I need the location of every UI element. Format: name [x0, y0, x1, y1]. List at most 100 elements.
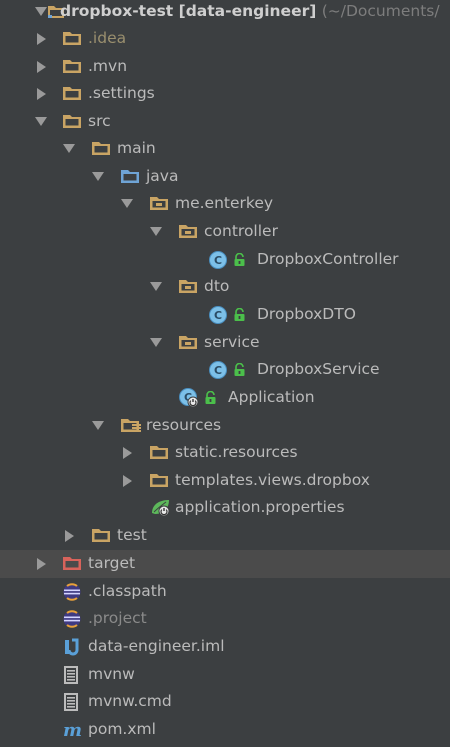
- tree-row-package-root[interactable]: me.enterkey: [0, 190, 450, 218]
- folder-label: resources: [146, 416, 222, 434]
- folder-label: src: [88, 112, 111, 130]
- expand-arrow-icon[interactable]: [91, 412, 105, 440]
- tree-row-idea[interactable]: .idea: [0, 25, 450, 53]
- tree-row-service[interactable]: service: [0, 329, 450, 357]
- file-label: application.properties: [175, 498, 345, 516]
- package-label: me.enterkey: [175, 194, 274, 212]
- expand-arrow-icon[interactable]: [120, 467, 134, 495]
- tree-row-project-root[interactable]: dropbox-test [data-engineer] (~/Document…: [0, 0, 450, 26]
- source-root-folder-icon: [120, 163, 140, 191]
- tree-row-dropbox-dto[interactable]: C DropboxDTO: [0, 301, 450, 329]
- lock-icon: [233, 246, 246, 274]
- tree-row-static-resources[interactable]: static.resources: [0, 439, 450, 467]
- package-label: dto: [204, 277, 230, 295]
- svg-text:C: C: [214, 254, 222, 267]
- tree-row-controller[interactable]: controller: [0, 218, 450, 246]
- lock-icon: [233, 301, 246, 329]
- folder-label: .idea: [88, 29, 127, 47]
- eclipse-icon: [62, 605, 82, 633]
- expand-arrow-icon[interactable]: [34, 0, 48, 26]
- folder-icon: [62, 108, 82, 136]
- file-label: .project: [88, 609, 147, 627]
- class-icon: C: [208, 246, 228, 274]
- tree-row-test[interactable]: test: [0, 522, 450, 550]
- folder-label: main: [117, 139, 156, 157]
- tree-row-resources[interactable]: resources: [0, 412, 450, 440]
- file-label: pom.xml: [88, 720, 156, 738]
- svg-text:C: C: [214, 364, 222, 377]
- class-label: DropboxDTO: [257, 305, 356, 323]
- file-label: mvnw.cmd: [88, 692, 172, 710]
- expand-arrow-icon[interactable]: [120, 439, 134, 467]
- folder-label: .mvn: [88, 57, 128, 75]
- folder-label: target: [88, 554, 136, 572]
- lock-icon: [204, 384, 217, 412]
- excluded-folder-icon: [62, 550, 82, 578]
- class-label: DropboxController: [257, 250, 399, 268]
- tree-row-pom[interactable]: m pom.xml: [0, 716, 450, 744]
- tree-row-application-properties[interactable]: application.properties: [0, 494, 450, 522]
- tree-row-templates[interactable]: templates.views.dropbox: [0, 467, 450, 495]
- text-file-icon: [62, 688, 80, 716]
- expand-arrow-icon[interactable]: [149, 273, 163, 301]
- expand-arrow-icon[interactable]: [149, 329, 163, 357]
- class-icon: C: [208, 356, 228, 384]
- class-label: DropboxService: [257, 360, 380, 378]
- project-tree: dropbox-test [data-engineer] (~/Document…: [0, 0, 450, 747]
- tree-row-project-file[interactable]: .project: [0, 605, 450, 633]
- expand-arrow-icon[interactable]: [62, 135, 76, 163]
- expand-arrow-icon[interactable]: [62, 522, 76, 550]
- tree-row-mvn[interactable]: .mvn: [0, 53, 450, 81]
- class-label: Application: [228, 388, 315, 406]
- folder-label: java: [146, 167, 179, 185]
- folder-icon: [91, 522, 111, 550]
- folder-icon: [62, 80, 82, 108]
- tree-row-src[interactable]: src: [0, 108, 450, 136]
- package-icon: [178, 218, 198, 246]
- file-label: data-engineer.iml: [88, 637, 225, 655]
- expand-arrow-icon[interactable]: [34, 53, 48, 81]
- expand-arrow-icon[interactable]: [34, 550, 48, 578]
- expand-arrow-icon[interactable]: [91, 163, 105, 191]
- tree-row-dropbox-service[interactable]: C DropboxService: [0, 356, 450, 384]
- text-file-icon: [62, 661, 80, 689]
- tree-row-iml[interactable]: data-engineer.iml: [0, 633, 450, 661]
- folder-icon: [149, 439, 169, 467]
- eclipse-icon: [62, 578, 82, 606]
- tree-row-java[interactable]: java: [0, 163, 450, 191]
- expand-arrow-icon[interactable]: [34, 80, 48, 108]
- folder-label: test: [117, 526, 147, 544]
- resources-folder-icon: [120, 412, 142, 440]
- tree-row-application[interactable]: C Application: [0, 384, 450, 412]
- tree-row-settings[interactable]: .settings: [0, 80, 450, 108]
- project-name: dropbox-test [data-engineer] (~/Document…: [60, 2, 440, 20]
- tree-row-dropbox-controller[interactable]: C DropboxController: [0, 246, 450, 274]
- expand-arrow-icon[interactable]: [149, 218, 163, 246]
- package-icon: [178, 273, 198, 301]
- svg-text:C: C: [214, 309, 222, 322]
- folder-label: .settings: [88, 84, 155, 102]
- maven-icon: m: [62, 716, 84, 744]
- tree-row-main[interactable]: main: [0, 135, 450, 163]
- tree-row-mvnw[interactable]: mvnw: [0, 661, 450, 689]
- tree-row-dto[interactable]: dto: [0, 273, 450, 301]
- spring-boot-icon: [150, 494, 172, 522]
- package-icon: [149, 190, 169, 218]
- package-icon: [178, 329, 198, 357]
- spring-boot-class-icon: C: [178, 384, 200, 412]
- folder-icon: [149, 467, 169, 495]
- expand-arrow-icon[interactable]: [34, 25, 48, 53]
- file-label: mvnw: [88, 665, 135, 683]
- expand-arrow-icon[interactable]: [34, 108, 48, 136]
- tree-row-classpath[interactable]: .classpath: [0, 578, 450, 606]
- folder-label: templates.views.dropbox: [175, 471, 370, 489]
- file-label: .classpath: [88, 582, 167, 600]
- expand-arrow-icon[interactable]: [120, 190, 134, 218]
- folder-icon: [62, 53, 82, 81]
- intellij-module-icon: [62, 633, 82, 661]
- folder-label: static.resources: [175, 443, 298, 461]
- svg-text:m: m: [63, 721, 82, 739]
- package-label: controller: [204, 222, 278, 240]
- tree-row-target[interactable]: target: [0, 550, 450, 578]
- tree-row-mvnw-cmd[interactable]: mvnw.cmd: [0, 688, 450, 716]
